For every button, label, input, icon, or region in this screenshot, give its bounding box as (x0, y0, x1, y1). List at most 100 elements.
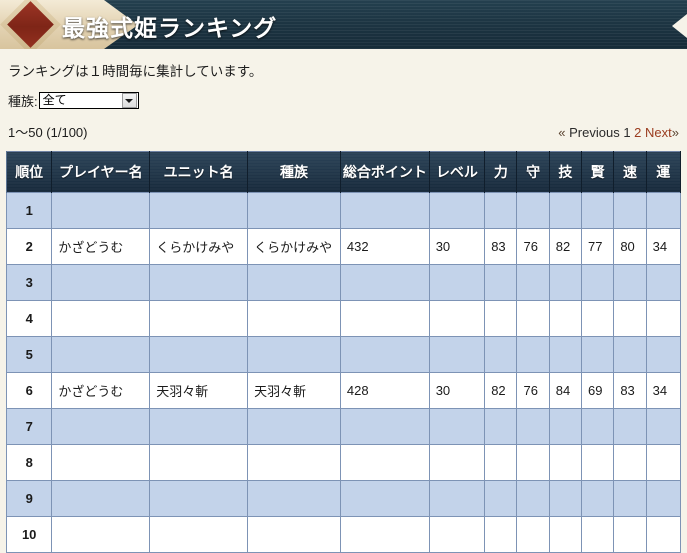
cell-player (51, 408, 151, 445)
cell-luck (645, 408, 682, 445)
cell-level (428, 444, 486, 481)
cell-wisdom (581, 264, 615, 301)
cell-defense (516, 408, 550, 445)
cell-luck: 34 (645, 228, 682, 265)
cell-luck (645, 264, 682, 301)
cell-speed: 80 (613, 228, 647, 265)
cell-defense (516, 192, 550, 229)
cell-wisdom (581, 444, 615, 481)
result-range-text: 1〜50 (1/100) (8, 125, 88, 140)
race-filter-select[interactable]: 全て (38, 92, 139, 109)
cell-power (484, 192, 518, 229)
cell-player (51, 516, 151, 553)
cell-power (484, 444, 518, 481)
cell-race (247, 408, 341, 445)
cell-defense: 76 (516, 372, 550, 409)
cell-wisdom: 69 (581, 372, 615, 409)
pagination-page-1[interactable]: 1 (623, 125, 630, 140)
cell-unit (149, 408, 249, 445)
table-row: 3 (5, 264, 682, 301)
cell-defense (516, 516, 550, 553)
cell-total-points (339, 444, 430, 481)
cell-rank: 1 (5, 192, 53, 229)
cell-luck (645, 300, 682, 337)
table-row: 4 (5, 300, 682, 337)
cell-total-points (339, 516, 430, 553)
cell-rank: 7 (5, 408, 53, 445)
cell-technique (548, 300, 583, 337)
column-header-speed[interactable]: 速 (613, 151, 647, 193)
cell-race (247, 336, 341, 373)
cell-speed: 83 (613, 372, 647, 409)
cell-technique (548, 480, 583, 517)
pagination-next-link[interactable]: Next (645, 125, 672, 140)
cell-luck (645, 192, 682, 229)
column-header-level[interactable]: レベル (428, 151, 486, 193)
table-row: 8 (5, 444, 682, 481)
cell-level: 30 (428, 372, 486, 409)
race-filter-label: 種族: (8, 94, 38, 109)
cell-power: 82 (484, 372, 518, 409)
cell-unit (149, 444, 249, 481)
cell-speed (613, 336, 647, 373)
cell-player (51, 444, 151, 481)
pagination-next-chevron-icon[interactable]: » (672, 125, 679, 140)
cell-defense (516, 444, 550, 481)
cell-luck (645, 480, 682, 517)
column-header-power[interactable]: 力 (484, 151, 518, 193)
column-header-rank[interactable]: 順位 (5, 151, 53, 193)
cell-technique (548, 408, 583, 445)
pagination-page-2[interactable]: 2 (634, 125, 641, 140)
cell-wisdom (581, 192, 615, 229)
cell-rank: 5 (5, 336, 53, 373)
column-header-total-points[interactable]: 総合ポイント (339, 151, 430, 193)
cell-speed (613, 516, 647, 553)
column-header-player[interactable]: プレイヤー名 (51, 151, 151, 193)
cell-race (247, 192, 341, 229)
range-and-pager: 1〜50 (1/100) « Previous 1 2 Next» (8, 122, 679, 141)
column-header-luck[interactable]: 運 (645, 151, 682, 193)
cell-defense: 76 (516, 228, 550, 265)
cell-unit (149, 264, 249, 301)
cell-power (484, 264, 518, 301)
column-header-unit[interactable]: ユニット名 (149, 151, 249, 193)
cell-technique (548, 264, 583, 301)
cell-level (428, 480, 486, 517)
cell-unit (149, 480, 249, 517)
cell-unit (149, 516, 249, 553)
cell-defense (516, 336, 550, 373)
cell-player (51, 336, 151, 373)
pagination: « Previous 1 2 Next» (558, 125, 679, 140)
cell-total-points: 428 (339, 372, 430, 409)
cell-rank: 3 (5, 264, 53, 301)
cell-wisdom (581, 408, 615, 445)
column-header-wisdom[interactable]: 賢 (581, 151, 615, 193)
chevron-down-icon[interactable] (121, 93, 137, 108)
column-header-defense[interactable]: 守 (516, 151, 550, 193)
cell-power (484, 300, 518, 337)
cell-luck (645, 336, 682, 373)
pagination-previous-link[interactable]: Previous (569, 125, 620, 140)
table-row: 1 (5, 192, 682, 229)
cell-total-points (339, 192, 430, 229)
cell-rank: 8 (5, 444, 53, 481)
column-header-race[interactable]: 種族 (247, 151, 341, 193)
cell-technique: 84 (548, 372, 583, 409)
pagination-prev-chevron-icon[interactable]: « (558, 125, 565, 140)
cell-speed (613, 408, 647, 445)
cell-player (51, 264, 151, 301)
cell-level: 30 (428, 228, 486, 265)
column-header-technique[interactable]: 技 (548, 151, 583, 193)
cell-player (51, 192, 151, 229)
cell-defense (516, 264, 550, 301)
cell-rank: 4 (5, 300, 53, 337)
ranking-table-body: 1 2 かざどうむ くらかけみや くらかけみや 432 30 83 76 82 77 80 34 3 4 5 6… (5, 192, 682, 553)
cell-unit: 天羽々斬 (149, 372, 249, 409)
cell-speed (613, 192, 647, 229)
cell-player (51, 480, 151, 517)
cell-player: かざどうむ (51, 372, 151, 409)
cell-wisdom (581, 480, 615, 517)
cell-race (247, 480, 341, 517)
page-title: 最強式姫ランキング (62, 15, 278, 41)
table-row: 9 (5, 480, 682, 517)
